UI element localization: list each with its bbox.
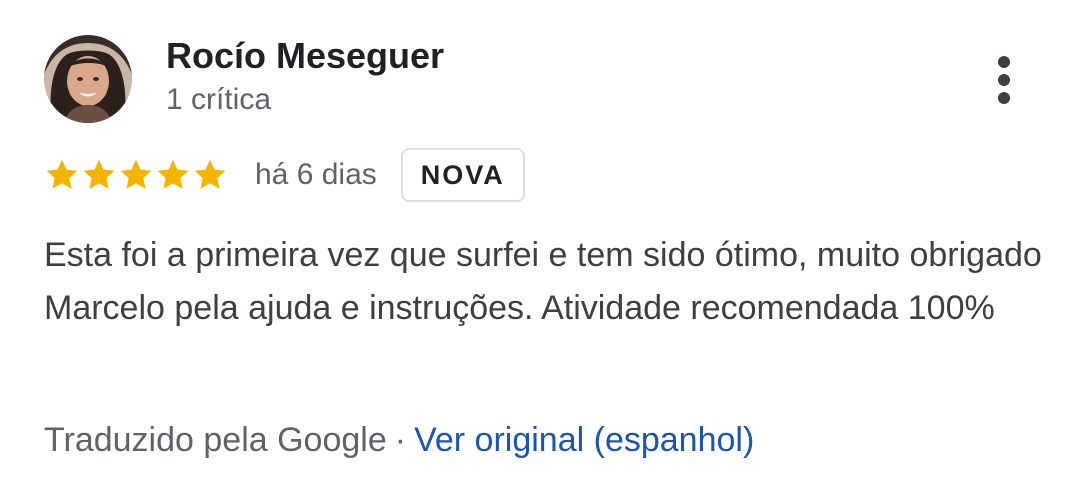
avatar[interactable] <box>44 35 132 123</box>
rating-row: há 6 dias NOVA <box>44 146 525 204</box>
more-vertical-icon <box>998 56 1010 68</box>
more-vertical-icon-dot <box>998 92 1010 104</box>
star-icon <box>194 159 226 189</box>
translation-row: Traduzido pela Google · Ver original (espa… <box>44 418 754 462</box>
review-date: há 6 dias <box>255 158 377 191</box>
separator: · <box>394 421 407 459</box>
review-card: Rocío Meseguer 1 crítica há 6 dias NOVA … <box>0 0 1080 479</box>
reviewer-name[interactable]: Rocío Meseguer <box>166 36 444 76</box>
avatar-photo <box>44 35 132 123</box>
star-icon <box>46 159 78 189</box>
see-original-link[interactable]: Ver original (espanhol) <box>414 421 754 459</box>
star-icon <box>83 159 115 189</box>
review-text: Esta foi a primeira vez que surfei e tem… <box>44 236 1042 327</box>
new-badge: NOVA <box>400 148 525 202</box>
star-icon <box>157 159 189 189</box>
translated-by-label: Traduzido pela Google <box>44 421 387 459</box>
star-icon <box>120 159 152 189</box>
reviewer-review-count: 1 crítica <box>166 83 272 116</box>
more-options-button[interactable] <box>980 52 1028 108</box>
star-rating <box>44 157 229 193</box>
more-vertical-icon-dot <box>998 74 1010 86</box>
